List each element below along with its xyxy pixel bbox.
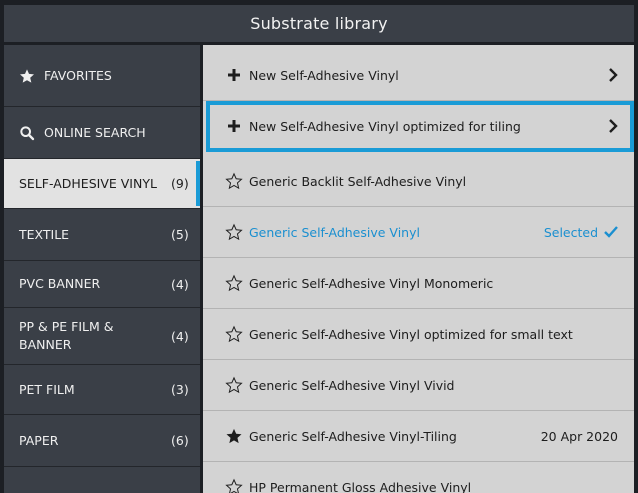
sidebar-item-count: (4) (171, 328, 189, 344)
chevron-right-icon (608, 68, 618, 82)
star-outline-icon (225, 478, 243, 493)
sidebar-item-label: PVC BANNER (19, 276, 101, 291)
list-item-label: Generic Self-Adhesive Vinyl Monomeric (249, 275, 494, 291)
plus-icon (225, 117, 243, 135)
star-icon (19, 68, 35, 84)
sidebar-item-favorites[interactable]: FAVORITES (4, 45, 200, 107)
star-outline-icon (225, 172, 243, 190)
list-item[interactable]: Generic Self-Adhesive Vinyl optimized fo… (203, 309, 634, 360)
list-item-new-substrate[interactable]: New Self-Adhesive Vinyl (203, 50, 634, 101)
app-window: Substrate library FAVORITES ONLINE SEARC… (0, 0, 638, 493)
page-title-text: Substrate library (250, 14, 388, 33)
star-outline-icon (225, 223, 243, 241)
selected-indicator: Selected (544, 225, 618, 240)
list-item-label: HP Permanent Gloss Adhesive Vinyl (249, 479, 472, 493)
sidebar-item-textile[interactable]: TEXTILE (5) (4, 209, 200, 261)
sidebar-item-count: (6) (171, 433, 189, 448)
sidebar-item-label: ONLINE SEARCH (44, 124, 146, 140)
list-item-label: Generic Self-Adhesive Vinyl optimized fo… (249, 326, 573, 342)
list-item-date: 20 Apr 2020 (540, 428, 618, 444)
list-item[interactable]: HP Permanent Gloss Adhesive Vinyl (203, 462, 634, 493)
sidebar-item-count: (9) (171, 176, 189, 191)
star-outline-icon (225, 376, 243, 394)
star-outline-icon (225, 325, 243, 343)
sidebar-item-count: (5) (171, 227, 189, 242)
sidebar-item-label: FAVORITES (44, 67, 112, 83)
checkmark-icon (604, 226, 618, 238)
sidebar-item-label: PP & PE FILM & BANNER (19, 319, 114, 352)
page-title: Substrate library (4, 5, 634, 42)
list-item-label: New Self-Adhesive Vinyl (249, 67, 399, 83)
sidebar-item-label: SELF-ADHESIVE VINYL (19, 175, 157, 191)
sidebar-item-online-search[interactable]: ONLINE SEARCH (4, 107, 200, 159)
plus-icon (225, 66, 243, 84)
list-item-new-substrate-tiling[interactable]: New Self-Adhesive Vinyl optimized for ti… (206, 101, 634, 152)
star-outline-icon (225, 274, 243, 292)
selected-label: Selected (543, 224, 598, 240)
list-item[interactable]: Generic Backlit Self-Adhesive Vinyl (203, 156, 634, 207)
list-item-selected[interactable]: Generic Self-Adhesive Vinyl Selected (203, 207, 634, 258)
list-item-label: Generic Self-Adhesive Vinyl-Tiling (249, 428, 457, 444)
search-icon (19, 125, 35, 141)
sidebar-item-self-adhesive-vinyl[interactable]: SELF-ADHESIVE VINYL (9) (4, 159, 200, 209)
sidebar-item-paper[interactable]: PAPER (6) (4, 415, 200, 467)
list-item-label: Generic Self-Adhesive Vinyl (249, 224, 420, 240)
substrate-list: New Self-Adhesive Vinyl New Self-Adhesiv… (203, 45, 634, 493)
chevron-right-icon (608, 119, 618, 133)
category-sidebar: FAVORITES ONLINE SEARCH SELF-ADHESIVE VI… (4, 45, 200, 493)
sidebar-item-label: PAPER (19, 432, 59, 448)
list-item[interactable]: Generic Self-Adhesive Vinyl-Tiling 20 Ap… (203, 411, 634, 462)
sidebar-item-pet-film[interactable]: PET FILM (3) (4, 365, 200, 415)
list-item-label: New Self-Adhesive Vinyl optimized for ti… (249, 118, 521, 134)
list-item-label: Generic Backlit Self-Adhesive Vinyl (249, 173, 467, 189)
sidebar-item-count: (3) (171, 382, 189, 397)
sidebar-item-label: TEXTILE (19, 226, 70, 242)
list-item[interactable]: Generic Self-Adhesive Vinyl Vivid (203, 360, 634, 411)
list-item-label: Generic Self-Adhesive Vinyl Vivid (249, 377, 455, 393)
list-item[interactable]: Generic Self-Adhesive Vinyl Monomeric (203, 258, 634, 309)
sidebar-item-pvc-banner[interactable]: PVC BANNER (4) (4, 261, 200, 308)
sidebar-item-count: (4) (171, 276, 189, 292)
sidebar-item-label: PET FILM (19, 381, 75, 397)
active-indicator (196, 161, 200, 206)
star-filled-icon (225, 427, 243, 445)
sidebar-item-pp-pe-film-banner[interactable]: PP & PE FILM & BANNER (4) (4, 308, 200, 365)
